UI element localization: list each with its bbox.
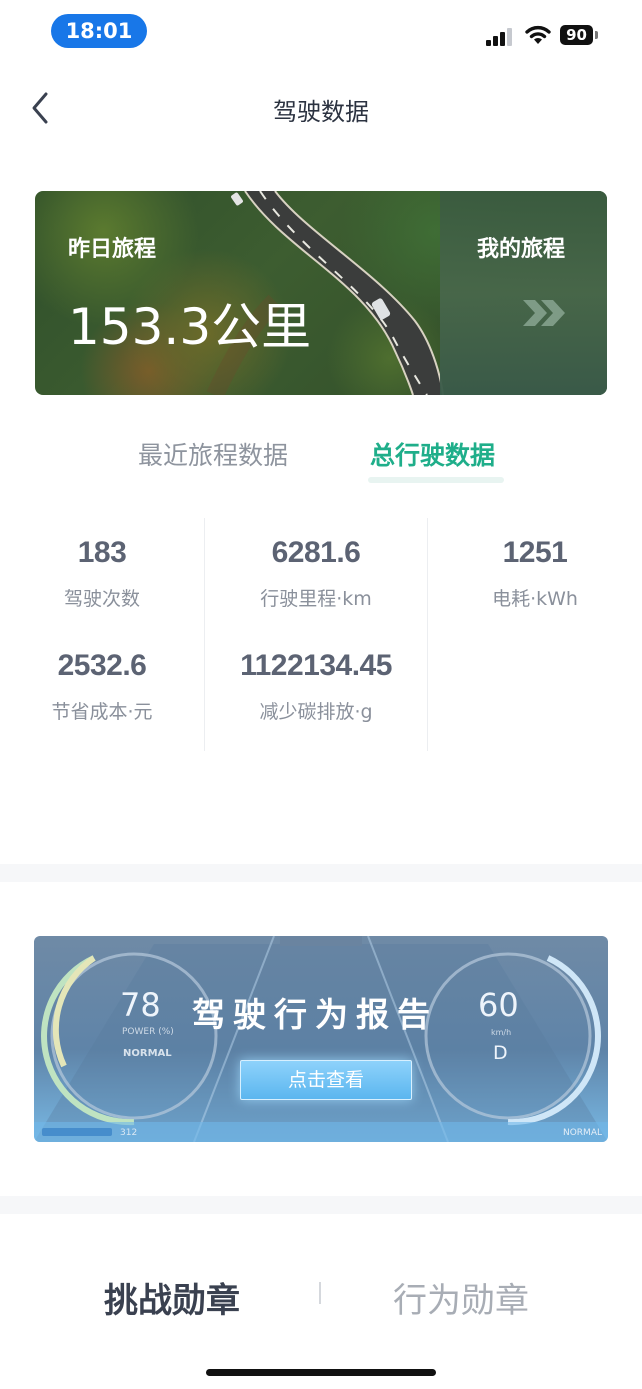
stat-value: 2532.6 [57,649,147,682]
gear-indicator: D [493,1042,508,1064]
page-title: 驾驶数据 [273,98,369,126]
stat-value: 1251 [502,536,568,569]
stat-drive-count: 183 驾驶次数 [22,536,182,611]
stat-mileage: 6281.6 行驶里程·km [226,536,406,611]
column-divider [427,518,428,751]
stat-label: 节省成本·元 [51,701,153,723]
tab-behavior-medals[interactable]: 行为勋章 [393,1273,529,1322]
stat-label: 行驶里程·km [260,588,372,610]
status-bar: 18:01 90 [0,0,642,64]
driving-report-banner[interactable]: 78 POWER (%) NORMAL 驾驶行为报告 60 km/h D 点击查… [34,936,608,1142]
column-divider [204,518,205,751]
trip-banner[interactable]: 昨日旅程 153.3公里 我的旅程 [35,191,607,395]
status-time: 18:01 [51,14,147,48]
stat-cost-saved: 2532.6 节省成本·元 [22,649,182,724]
report-title: 驾驶行为报告 [192,995,438,1034]
wifi-icon [525,25,551,44]
double-chevron-right-icon[interactable] [521,298,567,328]
tab-challenge-medals[interactable]: 挑战勋章 [104,1273,240,1322]
power-value: 78 [120,986,161,1024]
drive-mode-label-right: NORMAL [562,1128,602,1138]
dashboard-graphic [34,936,608,1142]
view-report-button[interactable]: 点击查看 [240,1060,412,1100]
cellular-signal-icon [486,26,516,46]
stat-value: 183 [77,536,127,569]
my-trip-panel[interactable] [440,191,607,395]
stat-carbon-reduced: 1122134.45 减少碳排放·g [216,649,416,724]
tab-total-driving-data[interactable]: 总行驶数据 [370,436,495,472]
tab-separator [319,1282,321,1304]
section-divider [0,864,642,882]
nav-bar: 驾驶数据 [0,80,642,140]
stat-value: 1122134.45 [240,649,392,682]
speed-unit-label: km/h [491,1028,512,1037]
home-indicator[interactable] [206,1369,436,1376]
battery-indicator: 90 [560,25,598,45]
stat-label: 减少碳排放·g [259,701,373,723]
stat-value: 6281.6 [271,536,361,569]
stat-label: 驾驶次数 [63,588,140,610]
odometer-value: 312 [120,1128,138,1138]
tab-recent-trip-data[interactable]: 最近旅程数据 [138,436,288,472]
yesterday-trip-distance: 153.3公里 [68,298,312,356]
drive-mode-label: NORMAL [123,1048,172,1059]
yesterday-trip-label: 昨日旅程 [68,237,157,262]
section-divider [0,1196,642,1214]
speed-value: 60 [478,986,519,1024]
power-unit-label: POWER (%) [122,1027,174,1037]
stat-label: 电耗·kWh [492,588,578,610]
active-tab-indicator [368,477,504,483]
my-trip-link[interactable]: 我的旅程 [477,231,565,263]
stat-energy: 1251 电耗·kWh [455,536,615,611]
